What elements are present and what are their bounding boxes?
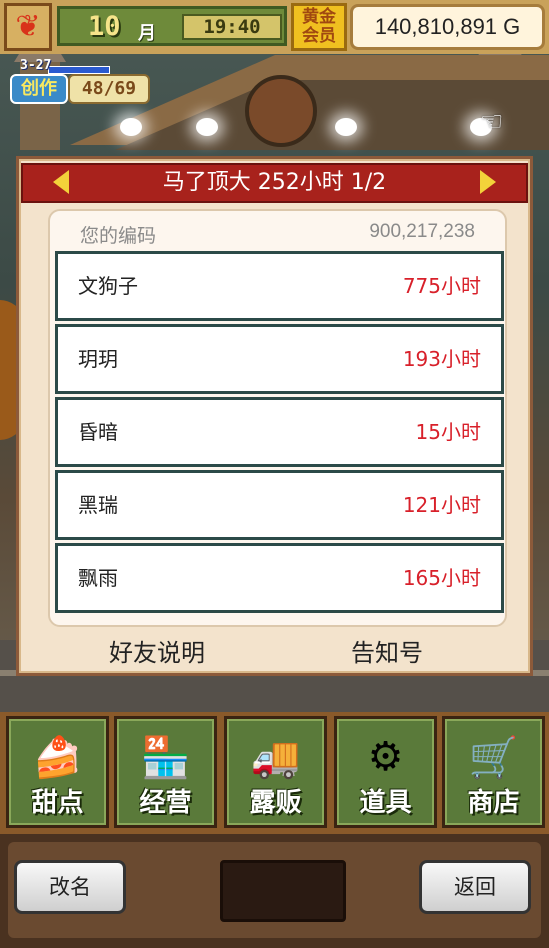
- menu-label: 甜点: [31, 788, 84, 818]
- dialog-titlebar: 马了顶大 252小时 1/2: [21, 163, 528, 203]
- bottom-panel: 改名 返回: [8, 842, 541, 938]
- menu-label: 经营: [139, 788, 192, 818]
- maple-leaf-icon: ❦: [15, 9, 41, 44]
- menu-button-manage[interactable]: 🏪 经营: [114, 716, 217, 828]
- friend-name: 飘雨: [78, 566, 118, 590]
- hand-pointer-icon: ☜: [480, 107, 504, 137]
- main-menu-bar: 🍰 甜点 🏪 经营 🚚 露贩 ⚙ 道具 🛒 商店: [0, 712, 549, 834]
- lamp: [120, 118, 142, 136]
- creation-indicator[interactable]: 3-27 创作 48/69: [8, 58, 150, 106]
- friend-dialog: 马了顶大 252小时 1/2 您的编码 900,217,238 文狗子 775小…: [16, 156, 533, 676]
- clock-time: 19:40: [182, 14, 282, 40]
- season-button[interactable]: ❦: [4, 3, 52, 51]
- creation-small-label: 3-27: [20, 58, 52, 73]
- lamp: [335, 118, 357, 136]
- notice-button[interactable]: 告知号: [351, 633, 423, 668]
- cake-icon: 🍰: [32, 734, 83, 781]
- friend-row[interactable]: 玥玥 193小时: [55, 324, 504, 394]
- top-hud: ❦ 10 月 19:40 黄金会员 140,810,891 G: [0, 0, 549, 54]
- tool-bag-icon: ⚙: [367, 734, 404, 780]
- friend-hours: 15小时: [415, 420, 481, 444]
- back-button[interactable]: 返回: [419, 860, 531, 914]
- bottom-bar: 改名 返回: [0, 834, 549, 948]
- lamp: [196, 118, 218, 136]
- next-page-arrow-icon[interactable]: [480, 170, 496, 194]
- empty-slot: [220, 860, 346, 922]
- code-value: 900,217,238: [369, 221, 475, 242]
- friend-panel: 您的编码 900,217,238 文狗子 775小时 玥玥 193小时 昏暗 1…: [48, 209, 507, 627]
- shop-building-icon: 🏪: [140, 734, 191, 781]
- friend-list: 文狗子 775小时 玥玥 193小时 昏暗 15小时 黑瑞 121小时 飘雨 1…: [55, 251, 504, 616]
- menu-label: 露贩: [249, 788, 302, 818]
- month-label: 月: [138, 23, 156, 44]
- friend-hours: 121小时: [402, 493, 481, 517]
- friend-row[interactable]: 文狗子 775小时: [55, 251, 504, 321]
- dialog-title: 马了顶大 252小时 1/2: [162, 170, 387, 195]
- creation-label: 创作: [10, 74, 68, 104]
- friend-name: 玥玥: [78, 347, 118, 371]
- friend-row[interactable]: 黑瑞 121小时: [55, 470, 504, 540]
- friend-hours: 165小时: [402, 566, 481, 590]
- clock-emblem: [245, 75, 317, 147]
- friend-hours: 193小时: [402, 347, 481, 371]
- menu-label: 商店: [467, 788, 520, 818]
- friend-name: 黑瑞: [78, 493, 118, 517]
- menu-button-dessert[interactable]: 🍰 甜点: [6, 716, 109, 828]
- friend-name: 文狗子: [78, 274, 138, 298]
- month-number: 10: [88, 11, 121, 42]
- shopping-cart-icon: 🛒: [468, 734, 519, 781]
- friend-help-button[interactable]: 好友说明: [109, 633, 205, 668]
- friend-row[interactable]: 飘雨 165小时: [55, 543, 504, 613]
- date-display: 10 月 19:40: [57, 6, 287, 46]
- creation-value: 48/69: [68, 74, 150, 104]
- friend-row[interactable]: 昏暗 15小时: [55, 397, 504, 467]
- menu-label: 道具: [359, 788, 412, 818]
- code-label: 您的编码: [80, 225, 157, 247]
- creation-bar: [48, 66, 110, 74]
- menu-button-shop[interactable]: 🛒 商店: [442, 716, 545, 828]
- friend-name: 昏暗: [78, 420, 118, 444]
- menu-button-stall[interactable]: 🚚 露贩: [224, 716, 327, 828]
- rename-button[interactable]: 改名: [14, 860, 126, 914]
- food-truck-icon: 🚚: [250, 734, 301, 781]
- money-display: 140,810,891 G: [350, 4, 545, 50]
- menu-button-items[interactable]: ⚙ 道具: [334, 716, 437, 828]
- friend-hours: 775小时: [402, 274, 481, 298]
- gold-member-badge[interactable]: 黄金会员: [291, 3, 347, 51]
